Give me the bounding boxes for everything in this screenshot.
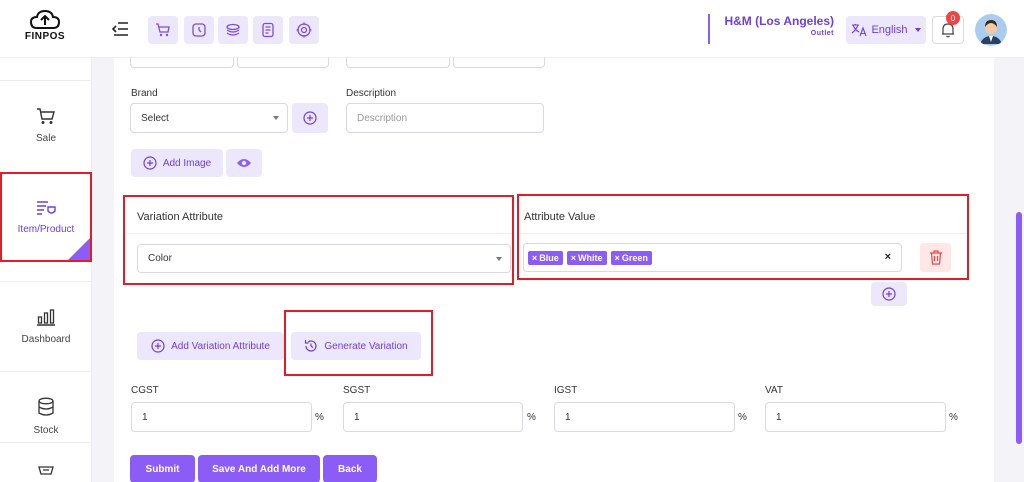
avatar-icon [975, 14, 1007, 46]
attribute-tag[interactable]: × Blue [528, 250, 563, 265]
store-name: H&M (Los Angeles) [724, 14, 834, 28]
notification-count-badge: 0 [946, 11, 960, 25]
quick-receipt-button[interactable] [253, 16, 283, 44]
variation-attribute-title: Variation Attribute [137, 211, 224, 223]
page-scrollbar[interactable] [1016, 212, 1022, 444]
add-variation-label: Add Variation Attribute [171, 340, 270, 352]
receipt-icon [262, 22, 274, 38]
plus-circle-icon [303, 111, 317, 125]
store-selector[interactable]: H&M (Los Angeles) Outlet [708, 14, 834, 44]
igst-label: IGST [554, 385, 578, 396]
top-header: FINPOS H&M (Los Angeles) Outlet English … [0, 0, 1024, 58]
cloud-logo-icon [29, 9, 61, 29]
save-and-add-more-button[interactable]: Save And Add More [198, 455, 320, 482]
description-label: Description [346, 88, 397, 99]
submit-button[interactable]: Submit [130, 455, 195, 482]
cgst-input[interactable]: 1 [131, 402, 312, 432]
generate-variation-button[interactable]: Generate Variation [291, 332, 421, 360]
cart-icon [156, 23, 170, 37]
eye-icon [237, 159, 251, 167]
database-icon [38, 397, 54, 416]
clear-tags-icon[interactable]: × [885, 251, 891, 263]
language-selector[interactable]: English [846, 16, 926, 44]
vat-label: VAT [765, 385, 783, 396]
quick-target-button[interactable] [289, 16, 319, 44]
chevron-down-icon [496, 257, 502, 261]
sidebar-item-label: Stock [33, 425, 59, 436]
add-brand-button[interactable] [292, 103, 328, 133]
add-image-button[interactable]: Add Image [131, 149, 223, 177]
description-input[interactable]: Description [346, 103, 544, 133]
plus-circle-icon [143, 156, 157, 170]
item-product-icon [37, 200, 56, 215]
brand-select-value: Select [141, 112, 169, 124]
user-avatar[interactable] [975, 14, 1007, 46]
preview-image-button[interactable] [226, 149, 262, 177]
sidebar-item-product[interactable]: Item/Product [0, 172, 92, 262]
sidebar: Sale Item/Product Dashboard Stock [0, 58, 92, 482]
add-image-label: Add Image [162, 157, 212, 169]
menu-collapse-icon[interactable] [112, 22, 130, 36]
chevron-down-icon [914, 28, 921, 32]
percent-suffix: % [738, 412, 747, 423]
chevron-down-icon [273, 116, 279, 120]
percent-suffix: % [527, 412, 536, 423]
plus-circle-icon [151, 339, 165, 353]
cart-icon [37, 108, 55, 124]
sidebar-item-next[interactable] [0, 442, 92, 482]
sgst-label: SGST [343, 385, 371, 396]
sidebar-item-label: Dashboard [21, 334, 71, 345]
delete-attribute-button[interactable] [920, 243, 951, 272]
igst-input[interactable]: 1 [554, 402, 735, 432]
attribute-tag[interactable]: × White [566, 250, 607, 265]
percent-suffix: % [949, 412, 958, 423]
sidebar-item-label: Item/Product [17, 223, 75, 235]
attribute-value-title: Attribute Value [524, 211, 596, 223]
generate-variation-label: Generate Variation [324, 340, 408, 352]
cgst-label: CGST [131, 385, 159, 396]
translate-icon [852, 24, 867, 37]
register-icon [38, 466, 54, 475]
trash-icon [929, 250, 942, 265]
attribute-value-multiselect[interactable]: × Blue × White × Green × [523, 243, 902, 272]
brand-name: FINPOS [24, 31, 66, 42]
quick-cart-button[interactable] [148, 16, 178, 44]
active-corner-marker [68, 238, 90, 260]
sidebar-item-label: Sale [35, 133, 56, 144]
brand-select[interactable]: Select [130, 103, 288, 133]
quick-clock-button[interactable] [184, 16, 214, 44]
attribute-tag[interactable]: × Green [610, 250, 652, 265]
target-icon [296, 22, 312, 38]
sidebar-item-sale[interactable]: Sale [0, 80, 92, 170]
quick-layers-button[interactable] [218, 16, 248, 44]
percent-suffix: % [315, 412, 324, 423]
add-variation-attribute-button[interactable]: Add Variation Attribute [137, 332, 284, 360]
sgst-input[interactable]: 1 [343, 402, 523, 432]
description-placeholder: Description [357, 112, 408, 124]
brand-label: Brand [131, 88, 158, 99]
refresh-icon [305, 340, 317, 352]
divider [521, 233, 967, 234]
clock-icon [192, 23, 206, 37]
add-attribute-value-button[interactable] [871, 282, 907, 306]
brand-logo[interactable]: FINPOS [20, 8, 70, 48]
vat-input[interactable]: 1 [765, 402, 946, 432]
sidebar-item-dashboard[interactable]: Dashboard [0, 281, 92, 371]
plus-circle-icon [882, 287, 896, 301]
variation-attribute-select[interactable]: Color [137, 244, 511, 273]
layers-icon [226, 23, 240, 36]
divider [127, 233, 512, 234]
store-type: Outlet [810, 30, 834, 37]
language-label: English [871, 24, 908, 36]
variation-attribute-value: Color [148, 253, 172, 264]
bar-chart-icon [37, 309, 55, 326]
back-button[interactable]: Back [323, 455, 377, 482]
